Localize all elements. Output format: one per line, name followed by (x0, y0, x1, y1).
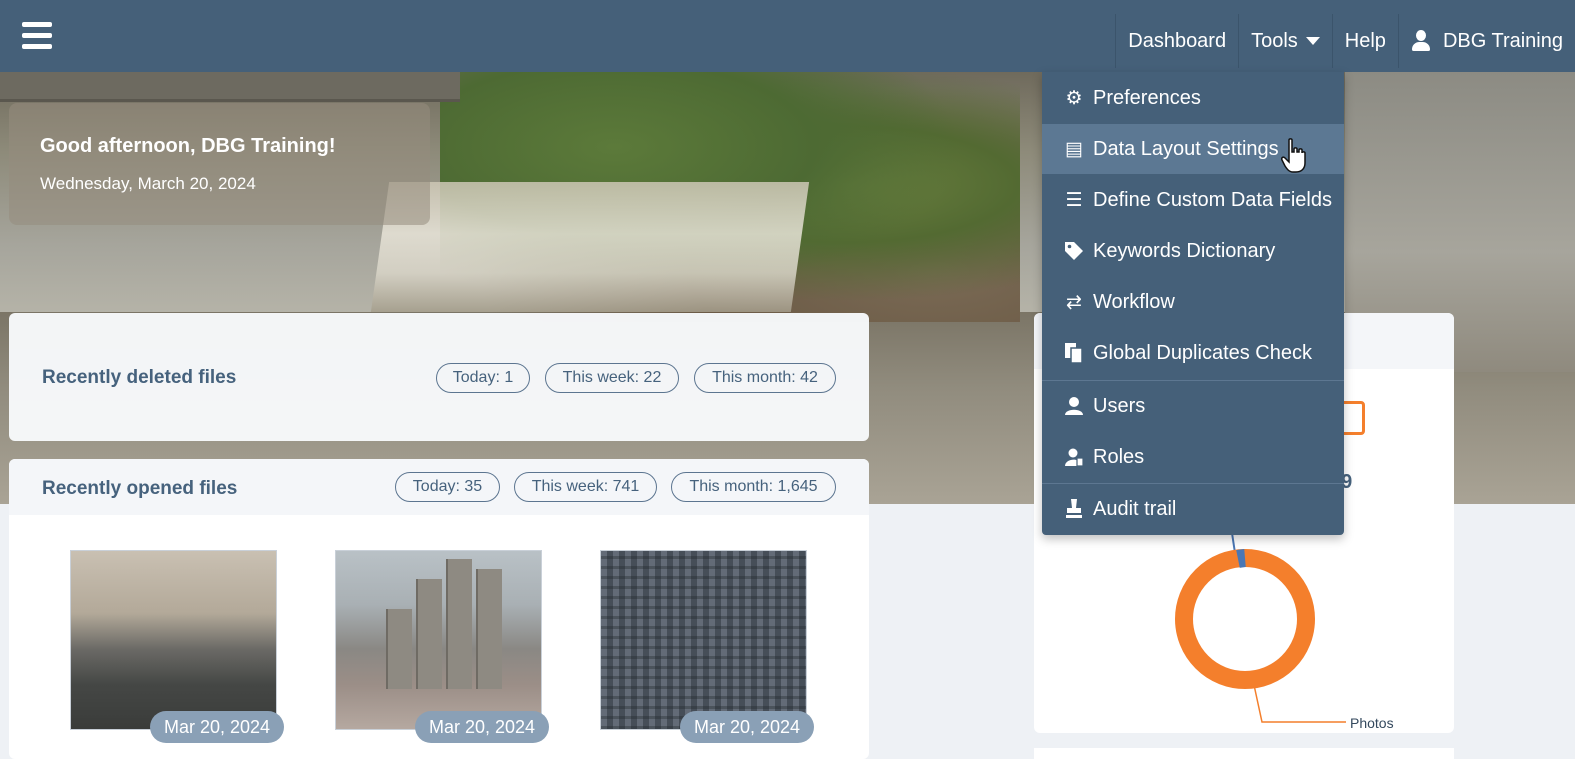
recently-opened-card: Recently opened files Today: 35 This wee… (9, 459, 869, 759)
gear-icon: ⚙ (1065, 87, 1083, 109)
donut-slice-photos[interactable] (1175, 549, 1315, 689)
user-icon (1063, 395, 1085, 417)
top-nav: Dashboard Tools Help DBG Training (1115, 14, 1575, 68)
deleted-week-pill[interactable]: This week: 22 (545, 363, 679, 393)
menu-item-global-duplicates-check[interactable]: Global Duplicates Check (1042, 328, 1344, 378)
donut-leader-line-photos (1253, 684, 1346, 723)
menu-item-label: Roles (1093, 445, 1145, 468)
menu-item-workflow[interactable]: ⇄ Workflow (1042, 277, 1344, 327)
file-date-badge: Mar 20, 2024 (415, 711, 550, 743)
menu-item-roles[interactable]: Roles (1042, 432, 1344, 482)
file-thumbnail[interactable] (600, 550, 807, 730)
donut-slice-other[interactable] (1236, 549, 1246, 568)
deleted-month-pill[interactable]: This month: 42 (694, 363, 836, 393)
caret-down-icon (1305, 37, 1320, 45)
menu-item-label: Data Layout Settings (1093, 137, 1279, 160)
nav-dashboard[interactable]: Dashboard (1115, 14, 1238, 68)
tools-dropdown-menu: ⚙ Preferences ▤ Data Layout Settings ☰ D… (1042, 72, 1344, 535)
file-image (71, 551, 276, 729)
list-icon: ☰ (1065, 189, 1083, 211)
file-thumbnail[interactable] (335, 550, 542, 730)
file-thumbnail[interactable] (70, 550, 277, 730)
top-navbar: Dashboard Tools Help DBG Training (0, 0, 1575, 72)
nav-tools-label: Tools (1251, 29, 1298, 52)
user-icon (1411, 30, 1431, 52)
file-date-badge: Mar 20, 2024 (150, 711, 285, 743)
menu-item-users[interactable]: Users (1042, 381, 1344, 431)
menu-item-data-layout-settings[interactable]: ▤ Data Layout Settings (1042, 124, 1344, 174)
opened-today-pill[interactable]: Today: 35 (395, 472, 500, 502)
copy-icon (1063, 342, 1085, 364)
greeting-card: Good afternoon, DBG Training! Wednesday,… (9, 103, 430, 225)
file-image (601, 551, 806, 729)
recently-opened-title: Recently opened files (42, 478, 238, 499)
user-shield-icon (1063, 446, 1085, 468)
recently-deleted-title: Recently deleted files (42, 367, 237, 388)
greeting-date: Wednesday, March 20, 2024 (40, 174, 256, 193)
greeting-title: Good afternoon, DBG Training! (40, 135, 336, 157)
tag-icon (1063, 240, 1085, 262)
menu-item-label: Preferences (1093, 86, 1201, 109)
nav-user[interactable]: DBG Training (1397, 14, 1575, 68)
opened-week-pill[interactable]: This week: 741 (514, 472, 657, 502)
donut-label-photos: Photos (1350, 715, 1394, 731)
hamburger-menu-icon[interactable] (22, 22, 52, 54)
menu-item-label: Audit trail (1093, 497, 1177, 520)
menu-item-audit-trail[interactable]: Audit trail (1042, 484, 1344, 534)
list-alt-icon: ▤ (1065, 138, 1083, 160)
menu-item-label: Global Duplicates Check (1093, 341, 1312, 364)
nav-user-label: DBG Training (1442, 29, 1563, 52)
nav-tools[interactable]: Tools (1238, 14, 1332, 68)
nav-help[interactable]: Help (1331, 14, 1398, 68)
exchange-icon: ⇄ (1066, 291, 1082, 313)
menu-item-keywords-dictionary[interactable]: Keywords Dictionary (1042, 226, 1344, 276)
hero-waterfall (370, 182, 810, 312)
hero-bridge (0, 72, 460, 102)
opened-month-pill[interactable]: This month: 1,645 (671, 472, 836, 502)
next-card-edge (1034, 748, 1454, 759)
menu-item-label: Define Custom Data Fields (1093, 188, 1332, 211)
menu-item-define-custom-data-fields[interactable]: ☰ Define Custom Data Fields (1042, 175, 1344, 225)
menu-item-label: Keywords Dictionary (1093, 239, 1276, 262)
recently-deleted-card: Recently deleted files Today: 1 This wee… (9, 313, 869, 441)
menu-item-label: Users (1093, 394, 1146, 417)
stamp-icon (1063, 498, 1085, 520)
deleted-today-pill[interactable]: Today: 1 (436, 363, 530, 393)
file-date-badge: Mar 20, 2024 (680, 711, 815, 743)
file-image (336, 551, 541, 729)
menu-item-label: Workflow (1093, 290, 1175, 313)
menu-item-preferences[interactable]: ⚙ Preferences (1042, 73, 1344, 123)
